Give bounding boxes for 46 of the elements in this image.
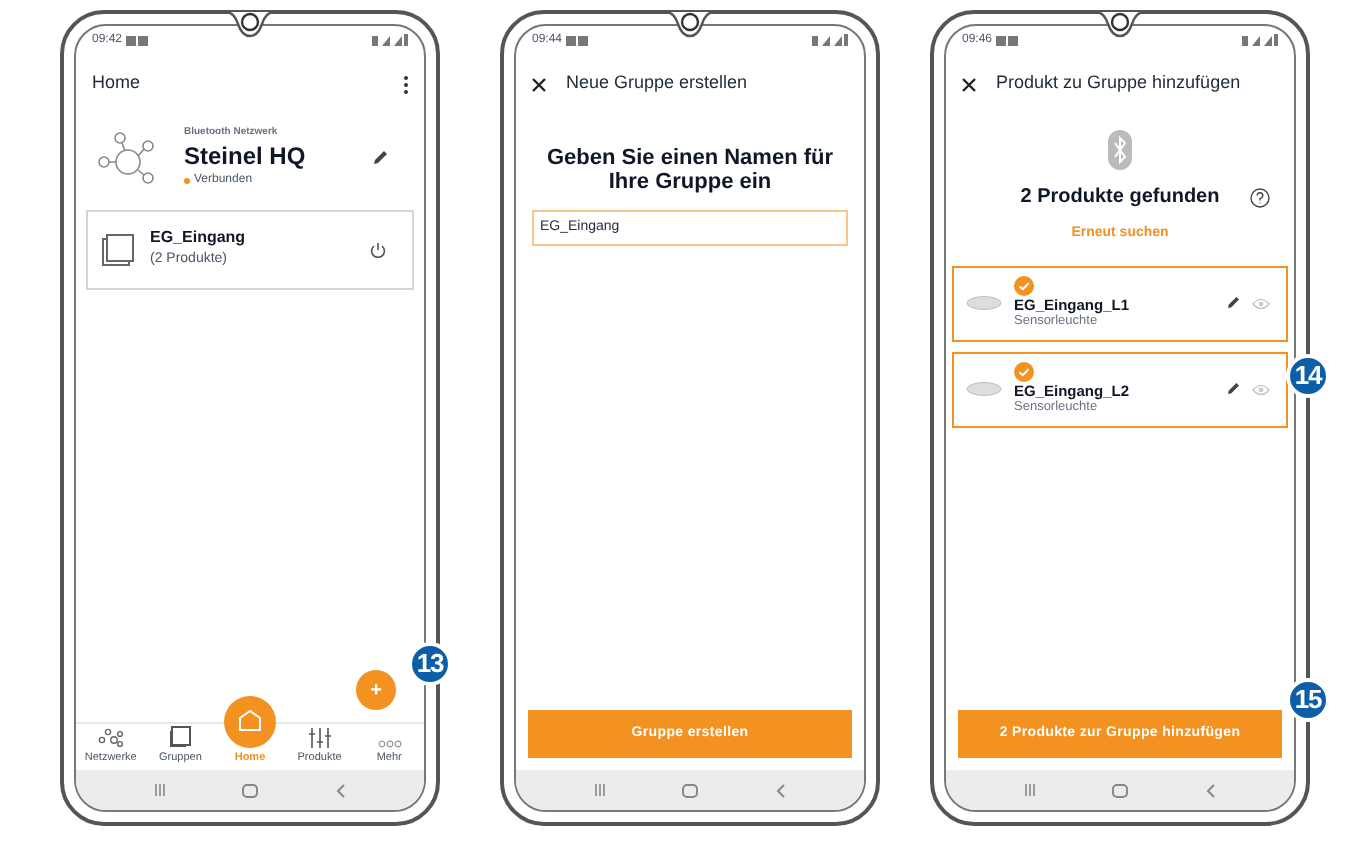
callout-number: 13	[408, 642, 452, 686]
help-icon[interactable]	[1250, 187, 1270, 207]
back-icon[interactable]	[335, 783, 346, 797]
recent-apps-icon[interactable]	[1024, 784, 1037, 796]
eye-icon[interactable]	[1252, 297, 1270, 309]
network-name: Steinel HQ	[184, 141, 308, 171]
notification-icons-drawing	[126, 35, 151, 45]
screen-title: Produkt zu Gruppe hinzufügen	[996, 70, 1241, 97]
recent-apps-icon[interactable]	[154, 784, 167, 796]
recent-apps-icon[interactable]	[594, 784, 607, 796]
back-icon[interactable]	[1205, 783, 1216, 797]
signal-battery-icon	[812, 34, 848, 46]
status-dot-icon	[184, 177, 190, 183]
callout-number: 15	[1286, 678, 1330, 722]
home-button-icon[interactable]	[1112, 783, 1129, 797]
checkmark-icon[interactable]	[1014, 275, 1034, 296]
bluetooth-icon	[1108, 130, 1132, 170]
eye-icon[interactable]	[1252, 383, 1270, 395]
signal-battery-icon	[1242, 34, 1278, 46]
round-lamp-icon	[966, 382, 1002, 396]
edit-pencil-icon[interactable]	[372, 149, 388, 166]
results-heading: 2 Produkte gefunden	[1020, 184, 1220, 212]
back-icon[interactable]	[775, 783, 786, 797]
callout-number: 14	[1286, 354, 1330, 398]
group-name: EG_Eingang	[150, 226, 248, 251]
screen-title: Home	[92, 70, 141, 97]
dots-icon	[377, 739, 402, 748]
home-icon	[233, 708, 266, 735]
square-icon	[169, 725, 192, 748]
round-lamp-icon	[966, 296, 1002, 310]
close-icon[interactable]	[532, 77, 546, 91]
checkmark-icon[interactable]	[1014, 361, 1034, 382]
sliders-icon	[307, 727, 332, 748]
notification-icons-drawing	[566, 35, 591, 45]
home-button-icon[interactable]	[242, 783, 259, 797]
instruction-heading: Geben Sie einen Namen für Ihre Gruppe ein	[544, 146, 836, 194]
edit-pencil-icon[interactable]	[1226, 382, 1240, 396]
home-button-icon[interactable]	[682, 783, 699, 797]
network-icon	[96, 727, 125, 748]
power-icon[interactable]	[370, 241, 386, 257]
close-icon[interactable]	[962, 77, 976, 91]
notification-icons-drawing	[996, 35, 1021, 45]
screen-title: Neue Gruppe erstellen	[566, 70, 748, 97]
stacked-squares-icon	[102, 233, 134, 265]
signal-battery-icon	[372, 34, 408, 46]
edit-pencil-icon[interactable]	[1226, 296, 1240, 310]
